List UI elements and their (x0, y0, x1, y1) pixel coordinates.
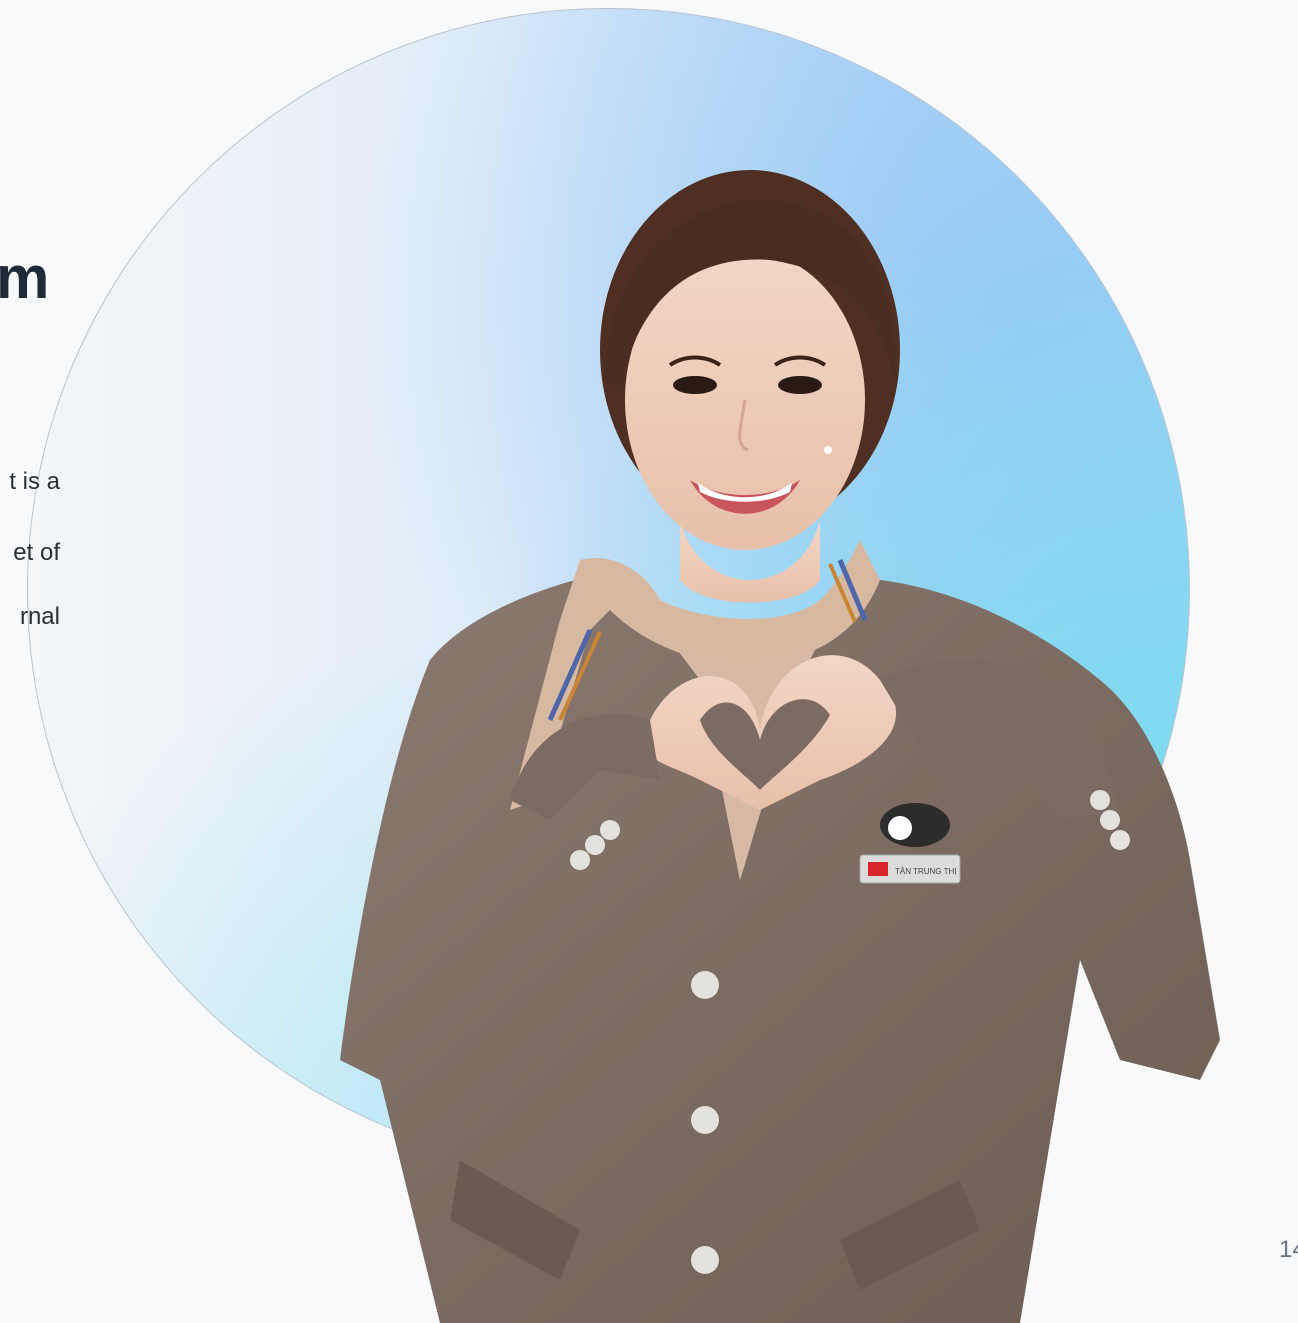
slide-heading: m (0, 244, 50, 311)
flight-attendant-photo: TÂN TRUNG THỊ (320, 160, 1280, 1323)
page-number: 14 (1279, 1236, 1298, 1263)
badge-text: TÂN TRUNG THỊ (895, 867, 956, 876)
body-line-1: t is a (9, 468, 60, 495)
body-line-2: et of (13, 539, 60, 566)
body-line-3: rnal (19, 603, 60, 630)
slide-page: m t is a et of rnal TÂN TRUNG THỊ 1 (0, 0, 1298, 1323)
